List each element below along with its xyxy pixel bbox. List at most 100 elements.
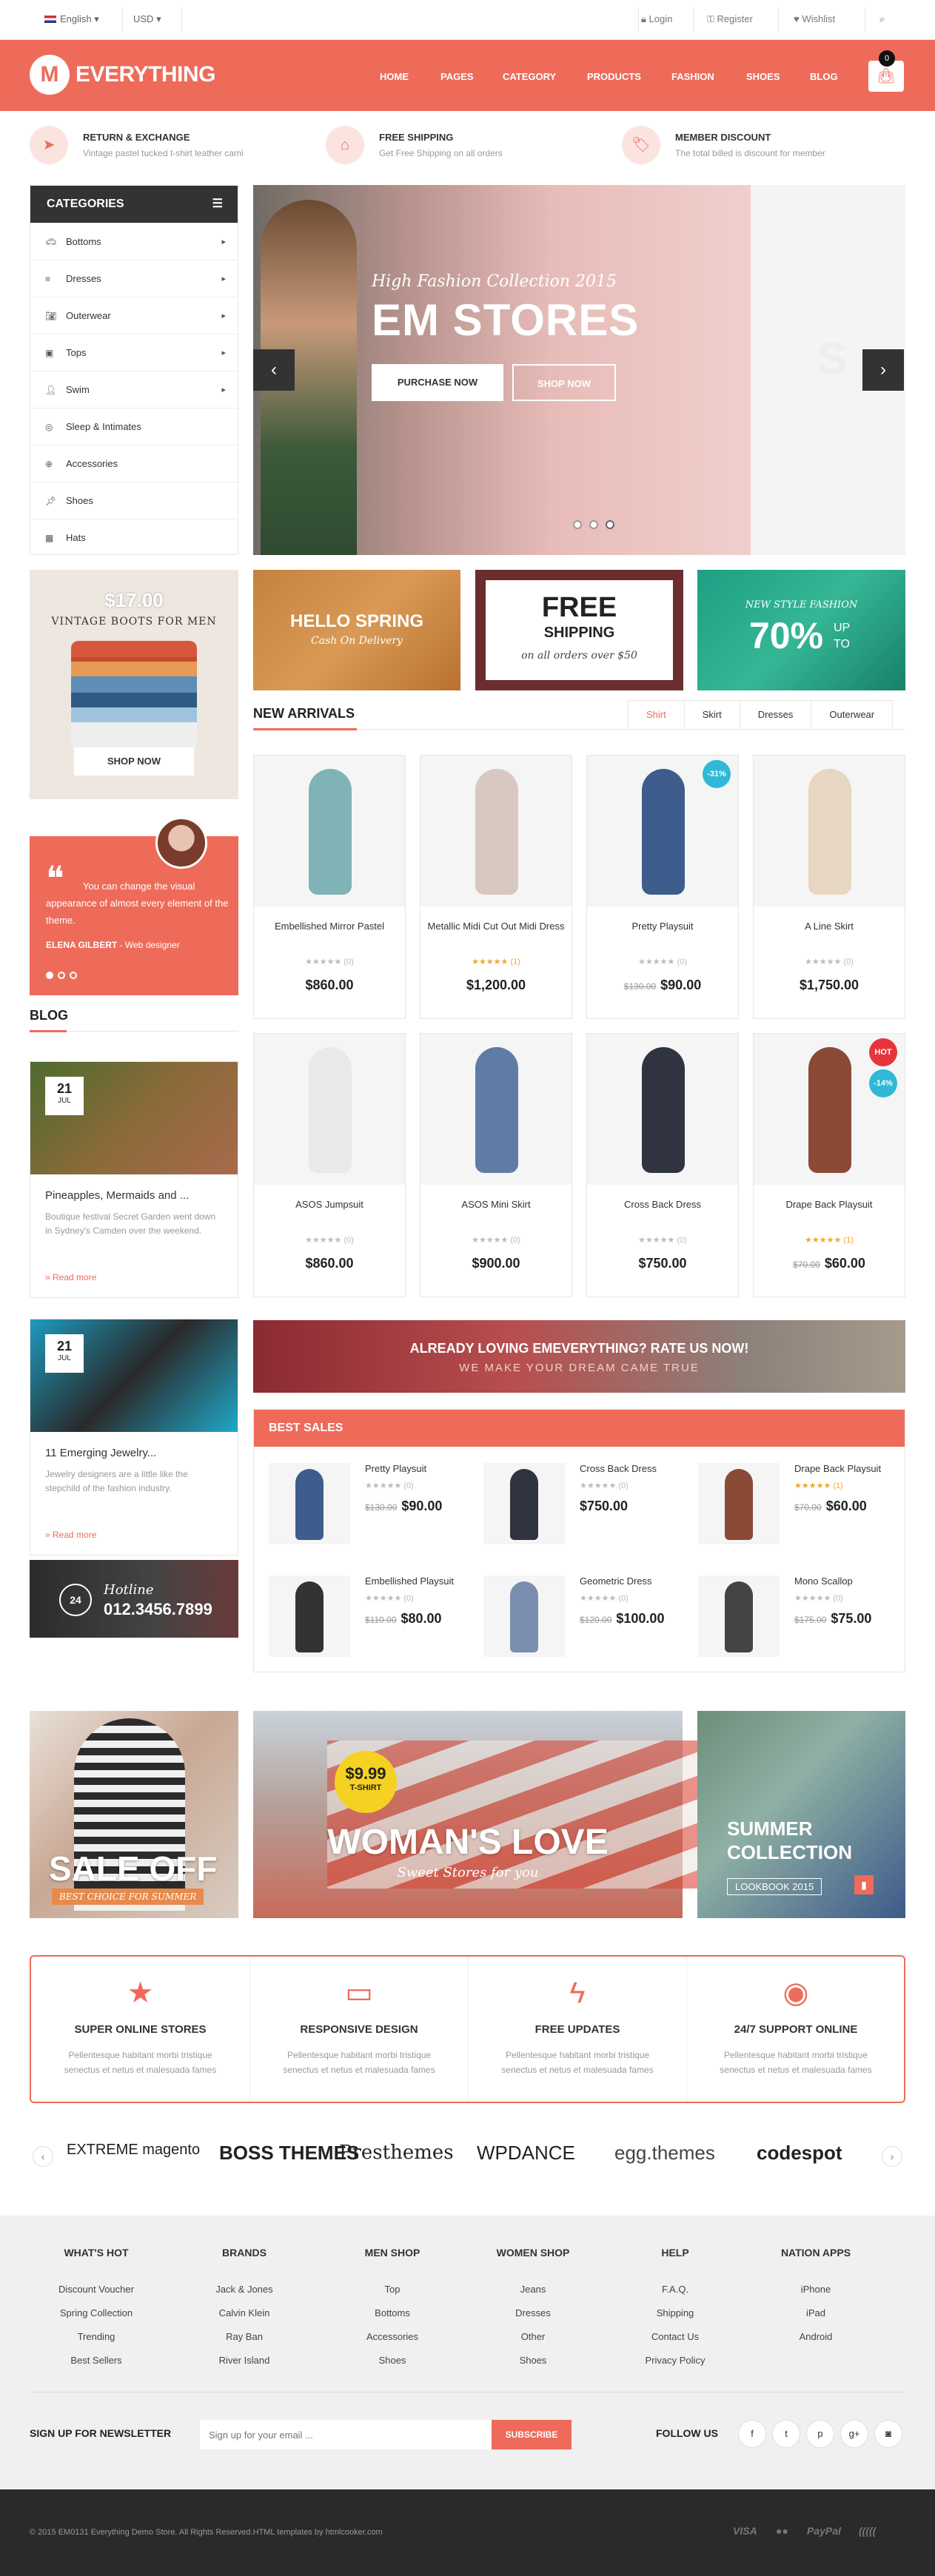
product-name[interactable]: Embellished Mirror Pastel <box>260 920 399 932</box>
footer-link[interactable]: Other <box>466 2325 600 2349</box>
slider-prev-button[interactable]: ‹ <box>253 349 295 391</box>
brands-next-button[interactable]: › <box>882 2146 902 2167</box>
brand-logo[interactable]: codespot <box>757 2142 842 2165</box>
testimonial-dot[interactable] <box>58 972 65 979</box>
categories-header[interactable]: CATEGORIES ☰ <box>30 186 238 223</box>
footer-link[interactable]: F.A.Q. <box>609 2278 742 2301</box>
product-card[interactable]: Cross Back Dress ★★★★★ (0) $750.00 <box>586 1033 739 1297</box>
product-image[interactable] <box>698 1575 780 1657</box>
product-name[interactable]: Geometric Dress <box>580 1575 652 1587</box>
shop-now-button[interactable]: SHOP NOW <box>512 364 616 401</box>
best-sales-item[interactable]: Drape Back Playsuit ★★★★★ (1) $70.00 $60.00 <box>698 1454 913 1565</box>
product-image[interactable] <box>254 756 405 907</box>
logo-text[interactable]: EVERYTHING <box>76 62 215 87</box>
read-more-link[interactable]: » Read more <box>45 1530 96 1540</box>
product-image[interactable] <box>483 1575 565 1657</box>
nav-products[interactable]: PRODUCTS <box>587 71 641 82</box>
nav-category[interactable]: CATEGORY <box>503 71 556 82</box>
brand-logo[interactable]: BOSS THEMES <box>219 2142 359 2165</box>
nav-home[interactable]: HOME <box>380 71 409 82</box>
product-name[interactable]: A Line Skirt <box>760 920 899 932</box>
product-name[interactable]: Cross Back Dress <box>593 1198 732 1211</box>
product-image[interactable] <box>420 1034 572 1185</box>
product-card[interactable]: Embellished Mirror Pastel ★★★★★ (0) $860.0… <box>253 755 406 1019</box>
product-name[interactable]: ASOS Mini Skirt <box>426 1198 566 1211</box>
brand-logo[interactable]: WPDANCE <box>477 2142 575 2165</box>
product-card[interactable]: Drape Back Playsuit ★★★★★ (1) $70.00 $60.00… <box>753 1033 905 1297</box>
product-card[interactable]: ASOS Mini Skirt ★★★★★ (0) $900.00 <box>420 1033 572 1297</box>
tab-outerwear[interactable]: Outerwear <box>811 701 892 729</box>
instagram-icon[interactable]: ◙ <box>874 2420 902 2448</box>
hotline-banner[interactable]: 24 Hotline 012.3456.7899 <box>30 1560 238 1638</box>
slider-next-button[interactable]: › <box>862 349 904 391</box>
product-card[interactable]: ASOS Jumpsuit ★★★★★ (0) $860.00 <box>253 1033 406 1297</box>
free-shipping-banner[interactable]: FREE SHIPPING on all orders over $50 <box>475 570 683 690</box>
category-item-shoes[interactable]: 📌︎ Shoes <box>30 482 238 519</box>
product-image[interactable] <box>254 1034 405 1185</box>
footer-link[interactable]: Android <box>749 2325 882 2349</box>
sale-off-banner[interactable]: SALE OFF BEST CHOICE FOR SUMMER <box>30 1711 238 1918</box>
boots-promo-banner[interactable]: $17.00 VINTAGE BOOTS FOR MEN SHOP NOW <box>30 570 238 799</box>
footer-link[interactable]: Privacy Policy <box>609 2349 742 2372</box>
wishlist-link[interactable]: ♥ Wishlist <box>794 13 835 24</box>
read-more-link[interactable]: » Read more <box>45 1272 96 1282</box>
product-name[interactable]: Metallic Midi Cut Out Midi Dress <box>426 920 566 932</box>
search-icon[interactable]: ⌕ <box>879 13 885 25</box>
new-style-banner[interactable]: NEW STYLE FASHION 70% UP TO <box>697 570 905 690</box>
hello-spring-banner[interactable]: HELLO SPRING Cash On Delivery <box>253 570 460 690</box>
best-sales-item[interactable]: Mono Scallop ★★★★★ (0) $175.00 $75.00 <box>698 1567 913 1678</box>
womans-love-banner[interactable]: $9.99 T-SHIRT WOMAN'S LOVE Sweet Stores f… <box>253 1711 712 1918</box>
google-plus-icon[interactable]: g+ <box>840 2420 868 2448</box>
product-image[interactable] <box>698 1463 780 1544</box>
register-link[interactable]: ⚿ Register <box>707 13 753 25</box>
category-item-sleep[interactable]: ◎ Sleep & Intimates <box>30 408 238 445</box>
category-item-hats[interactable]: ▦ Hats <box>30 519 238 556</box>
best-sales-item[interactable]: Pretty Playsuit ★★★★★ (0) $130.00 $90.00 <box>269 1454 483 1565</box>
tab-shirt[interactable]: Shirt <box>629 701 684 729</box>
product-card[interactable]: Pretty Playsuit ★★★★★ (0) $130.00 $90.00 -31… <box>586 755 739 1019</box>
category-item-bottoms[interactable]: 🚗︎ Bottoms ▸ <box>30 223 238 260</box>
product-name[interactable]: ASOS Jumpsuit <box>260 1198 399 1211</box>
best-sales-item[interactable]: Embellished Playsuit ★★★★★ (0) $110.00 $80.… <box>269 1567 483 1678</box>
footer-link[interactable]: Calvin Klein <box>178 2301 311 2325</box>
footer-link[interactable]: Jack & Jones <box>178 2278 311 2301</box>
pinterest-icon[interactable]: p <box>806 2420 834 2448</box>
footer-link[interactable]: Trending <box>30 2325 163 2349</box>
product-image[interactable] <box>483 1463 565 1544</box>
footer-link[interactable]: iPad <box>749 2301 882 2325</box>
nav-fashion[interactable]: FASHION <box>671 71 714 82</box>
footer-link[interactable]: iPhone <box>749 2278 882 2301</box>
product-image[interactable] <box>587 1034 738 1185</box>
slider-dot-active[interactable] <box>606 520 614 529</box>
blog-post-title[interactable]: 11 Emerging Jewelry... <box>45 1447 156 1459</box>
tab-skirt[interactable]: Skirt <box>683 701 740 729</box>
rate-us-banner[interactable]: ALREADY LOVING EMEVERYTHING? RATE US NOW… <box>253 1320 905 1393</box>
product-image[interactable] <box>420 756 572 907</box>
footer-link[interactable]: Contact Us <box>609 2325 742 2349</box>
newsletter-email-input[interactable] <box>200 2420 492 2449</box>
product-name[interactable]: Pretty Playsuit <box>593 920 732 932</box>
purchase-now-button[interactable]: PURCHASE NOW <box>372 364 503 401</box>
brand-logo[interactable]: Presthemes <box>339 2142 454 2164</box>
product-name[interactable]: Cross Back Dress <box>580 1463 657 1474</box>
category-item-tops[interactable]: ▣ Tops ▸ <box>30 334 238 371</box>
testimonial-dot[interactable] <box>46 972 53 979</box>
slider-dot[interactable] <box>589 520 598 529</box>
language-selector[interactable]: English ▾ <box>44 13 99 25</box>
category-item-swim[interactable]: 👤︎ Swim ▸ <box>30 371 238 408</box>
logo-mark[interactable]: M <box>30 55 70 95</box>
footer-link[interactable]: Accessories <box>326 2325 459 2349</box>
footer-link[interactable]: Shipping <box>609 2301 742 2325</box>
footer-link[interactable]: Discount Voucher <box>30 2278 163 2301</box>
product-card[interactable]: Metallic Midi Cut Out Midi Dress ★★★★★ (1… <box>420 755 572 1019</box>
summer-collection-banner[interactable]: SUMMER COLLECTION LOOKBOOK 2015 ▮ <box>697 1711 905 1918</box>
currency-selector[interactable]: USD ▾ <box>133 13 161 25</box>
best-sales-item[interactable]: Cross Back Dress ★★★★★ (0) $750.00 <box>483 1454 698 1565</box>
footer-link[interactable]: River Island <box>178 2349 311 2372</box>
blog-post-title[interactable]: Pineapples, Mermaids and ... <box>45 1189 189 1202</box>
footer-link[interactable]: Spring Collection <box>30 2301 163 2325</box>
category-item-dresses[interactable]: ≡ Dresses ▸ <box>30 260 238 297</box>
category-item-outerwear[interactable]: 📷︎ Outerwear ▸ <box>30 297 238 334</box>
footer-link[interactable]: Bottoms <box>326 2301 459 2325</box>
product-name[interactable]: Mono Scallop <box>794 1575 853 1587</box>
